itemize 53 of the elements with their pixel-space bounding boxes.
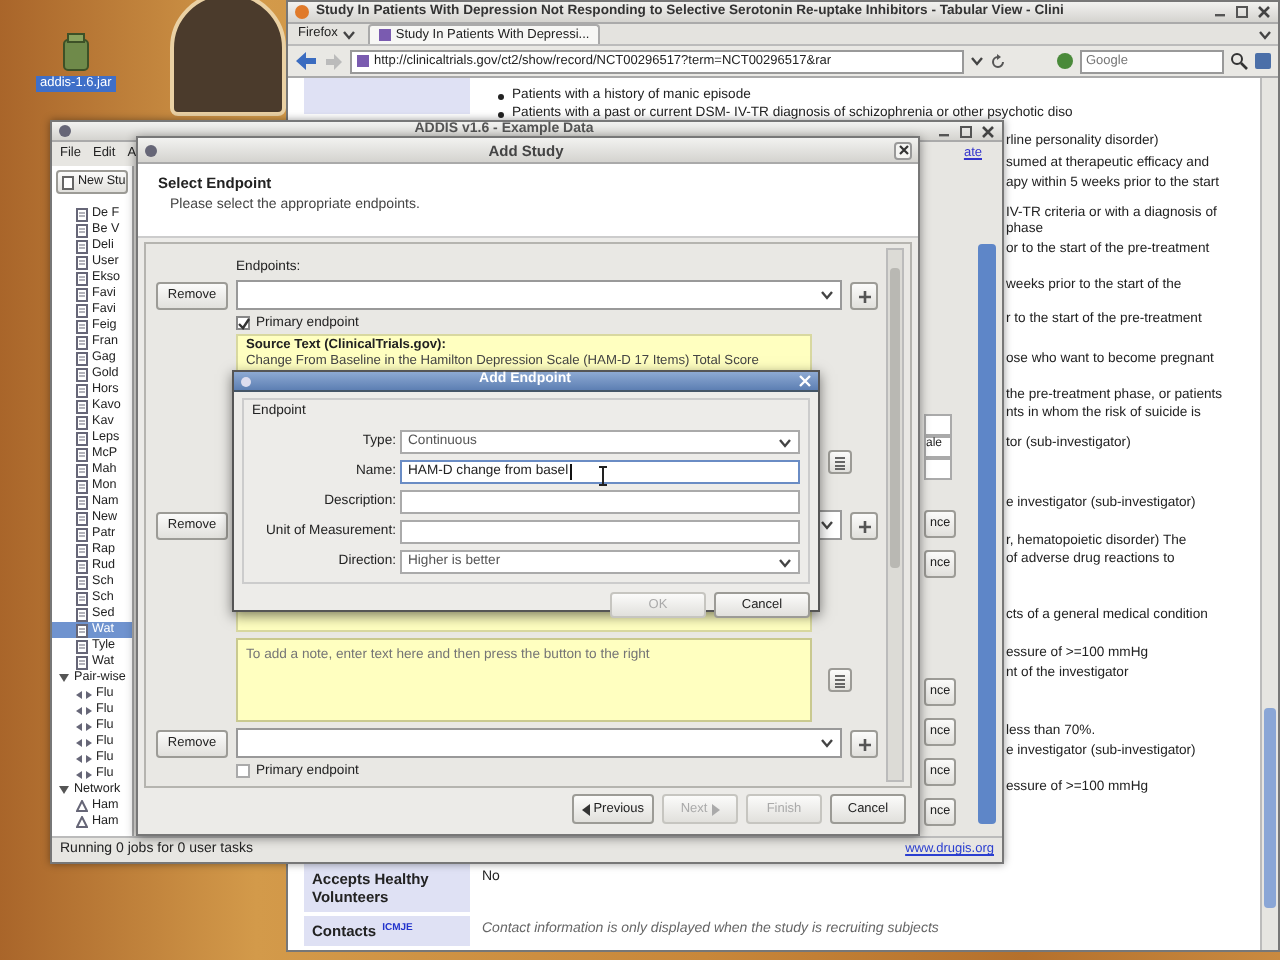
search-engine-icon[interactable] (1056, 52, 1074, 70)
arrows-icon (76, 721, 92, 731)
jar-icon (57, 32, 94, 72)
caret-icon (341, 29, 356, 39)
back-icon[interactable] (294, 50, 318, 72)
document-icon (62, 175, 74, 189)
dropdown-icon (969, 56, 984, 66)
close-icon[interactable] (897, 144, 909, 156)
reload-icon[interactable] (989, 53, 1006, 69)
app-icon (58, 124, 72, 138)
checkbox[interactable] (236, 764, 250, 779)
add-button[interactable] (850, 282, 878, 310)
add-button[interactable] (850, 512, 878, 540)
next-arrow-icon (711, 803, 720, 815)
maximize-icon[interactable] (958, 123, 974, 139)
app-icon (144, 143, 158, 157)
text-cursor-icon (598, 466, 608, 486)
add-note-button[interactable] (828, 450, 852, 474)
globe-icon (294, 4, 310, 20)
caret-icon (820, 290, 834, 300)
list-icon (834, 455, 846, 469)
arrows-icon (76, 737, 92, 747)
text-caret (570, 464, 573, 481)
arrows-icon (76, 753, 92, 763)
add-button[interactable] (850, 730, 878, 758)
caret-icon (820, 520, 834, 530)
list-icon (834, 673, 846, 687)
bullet-icon (498, 112, 504, 118)
bullet-icon (498, 94, 504, 100)
caret-icon (820, 738, 834, 748)
plus-icon (857, 289, 871, 303)
plus-icon (857, 737, 871, 751)
close-icon[interactable] (1256, 4, 1272, 20)
addon-icon[interactable] (1254, 52, 1272, 70)
checkbox[interactable] (236, 316, 250, 331)
search-icon[interactable] (1230, 52, 1248, 70)
tab-list-icon (1258, 29, 1272, 39)
maximize-icon[interactable] (1234, 4, 1250, 20)
expanded-icon (58, 672, 70, 684)
expanded-icon (58, 784, 70, 796)
text-field[interactable] (400, 490, 800, 515)
app-icon (240, 375, 252, 387)
arrows-icon (76, 705, 92, 715)
text-field[interactable] (400, 520, 800, 545)
arrows-icon (76, 769, 92, 779)
arrows-icon (76, 689, 92, 699)
plus-icon (857, 519, 871, 533)
back-arrow-icon (581, 803, 590, 815)
add-note-button[interactable] (828, 668, 852, 692)
wallpaper-figure-placeholder (170, 0, 286, 116)
caret-icon (778, 557, 792, 568)
caret-icon (778, 437, 792, 448)
close-icon[interactable] (980, 123, 996, 139)
